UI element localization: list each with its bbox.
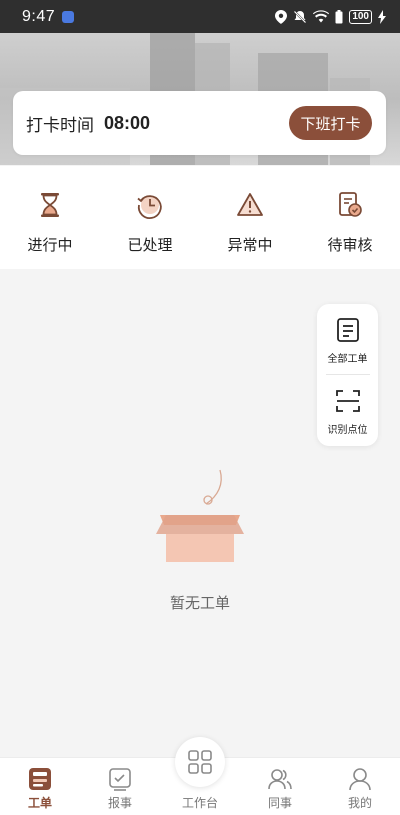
workbench-icon (188, 750, 212, 774)
status-icons: 100 (275, 9, 386, 24)
status-in-progress[interactable]: 进行中 (0, 166, 100, 269)
status-pending-review[interactable]: 待审核 (300, 166, 400, 269)
status-label: 异常中 (227, 236, 273, 254)
nav-label: 工单 (27, 796, 52, 810)
clock-out-button[interactable]: 下班打卡 (289, 106, 372, 140)
all-orders-button[interactable]: 全部工单 (317, 304, 378, 374)
work-order-icon (29, 768, 51, 790)
clipboard-icon (336, 318, 359, 342)
status-processed[interactable]: 已处理 (100, 166, 200, 269)
scan-location-label: 识别点位 (327, 425, 368, 436)
status-bar: 9:47 100 (0, 0, 400, 33)
status-abnormal[interactable]: 异常中 (200, 166, 300, 269)
nav-colleagues[interactable]: 同事 (240, 758, 320, 815)
nav-label: 报事 (107, 796, 132, 810)
review-icon (339, 192, 362, 217)
clock-time: 08:00 (104, 112, 151, 133)
profile-icon (349, 768, 371, 791)
location-icon (275, 9, 288, 24)
scan-icon (335, 390, 360, 412)
nav-label: 我的 (347, 796, 372, 810)
nav-report[interactable]: 报事 (80, 758, 160, 815)
nav-profile[interactable]: 我的 (320, 758, 400, 815)
app-notification-icon (62, 10, 75, 23)
all-orders-label: 全部工单 (327, 354, 368, 365)
wifi-icon (313, 10, 330, 23)
status-label: 进行中 (27, 236, 73, 254)
clock-in-card: 打卡时间 08:00 下班打卡 (13, 91, 386, 155)
hourglass-icon (41, 193, 59, 217)
mute-icon (293, 9, 308, 24)
nav-work-orders[interactable]: 工单 (0, 758, 80, 815)
charging-icon (378, 9, 386, 24)
empty-box-icon (156, 469, 244, 562)
empty-state-text: 暂无工单 (169, 594, 230, 612)
status-label: 待审核 (327, 236, 373, 254)
warning-icon (237, 193, 263, 216)
status-time: 9:47 (22, 7, 56, 25)
history-icon (137, 195, 162, 219)
battery-saver-icon (335, 9, 343, 23)
nav-label: 同事 (267, 796, 292, 810)
clock-label: 打卡时间 (26, 115, 94, 136)
workbench-button[interactable] (175, 737, 225, 787)
battery-level: 100 (349, 9, 372, 24)
colleagues-icon (268, 769, 292, 790)
order-status-row: 进行中 已处理 异常中 待审核 (0, 166, 400, 269)
nav-label: 工作台 (181, 796, 218, 810)
scan-location-button[interactable]: 识别点位 (317, 375, 378, 445)
status-label: 已处理 (127, 236, 173, 254)
report-icon (109, 768, 131, 791)
side-panel: 全部工单 识别点位 (317, 304, 378, 446)
